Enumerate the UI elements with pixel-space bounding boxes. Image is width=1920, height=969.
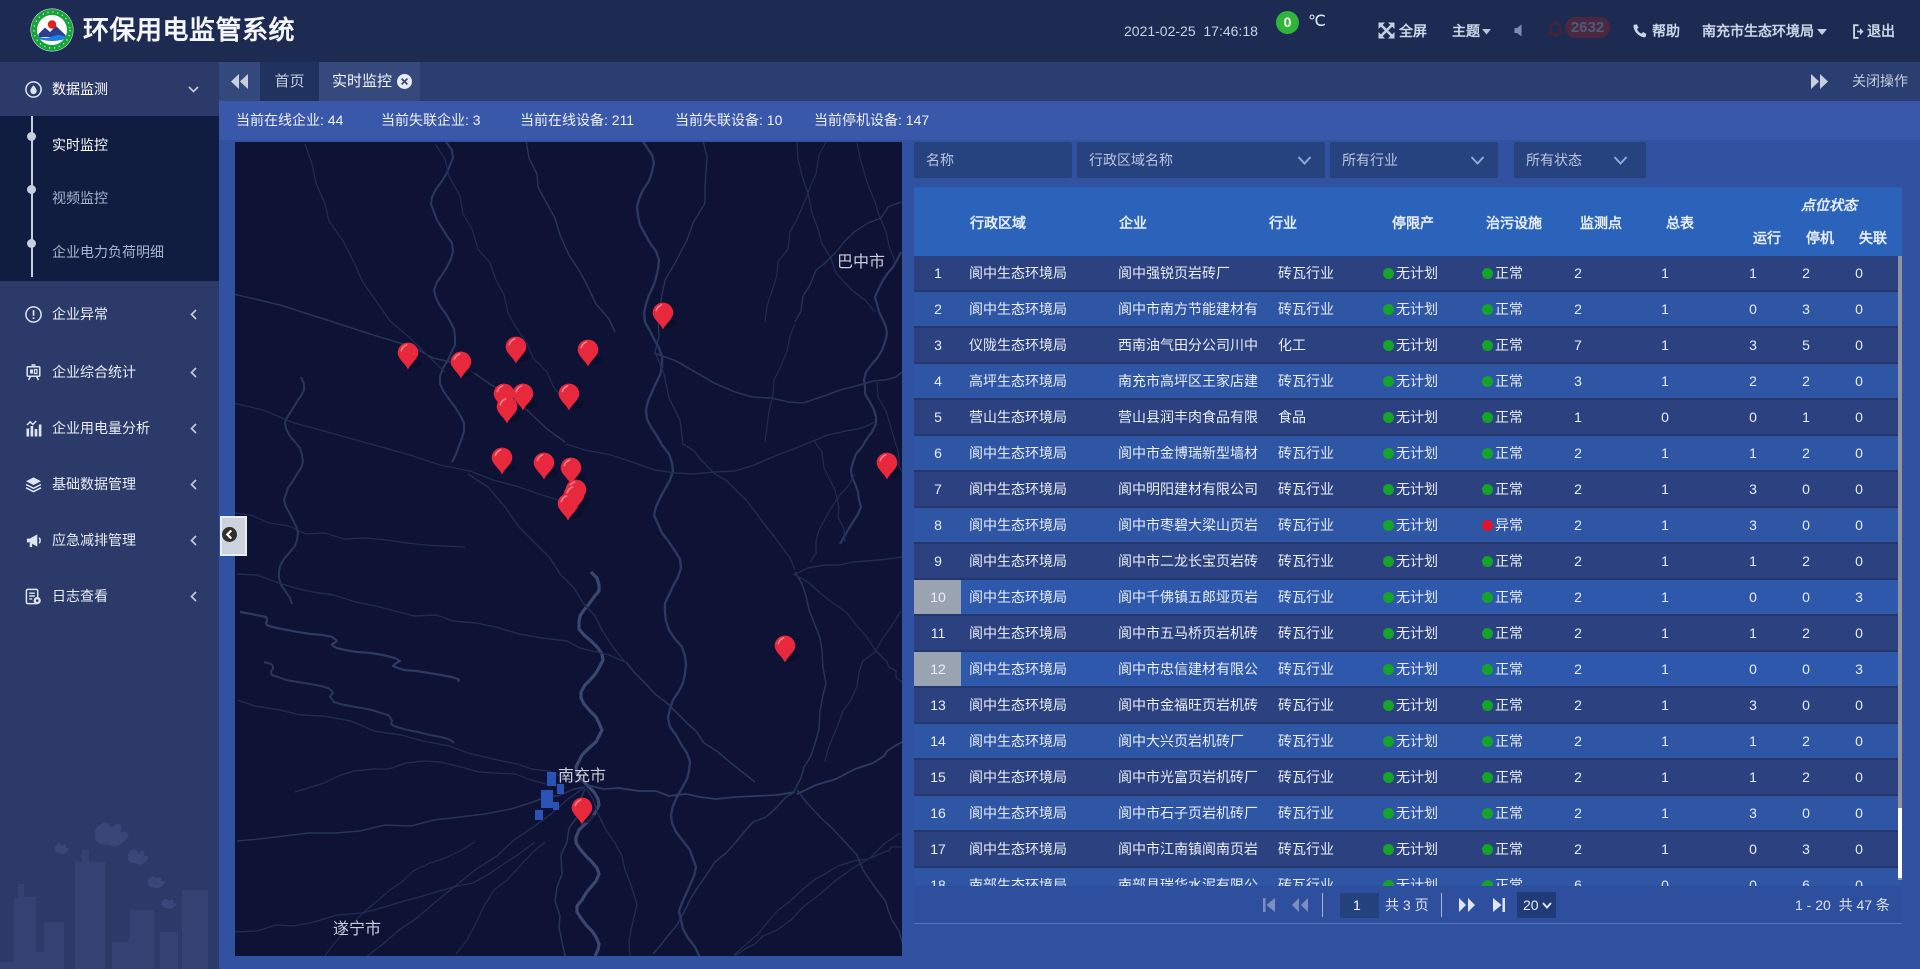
svg-text:遂宁市: 遂宁市 <box>333 920 381 938</box>
svg-text:巴中市: 巴中市 <box>837 253 885 271</box>
svg-text:南充市: 南充市 <box>558 767 606 785</box>
